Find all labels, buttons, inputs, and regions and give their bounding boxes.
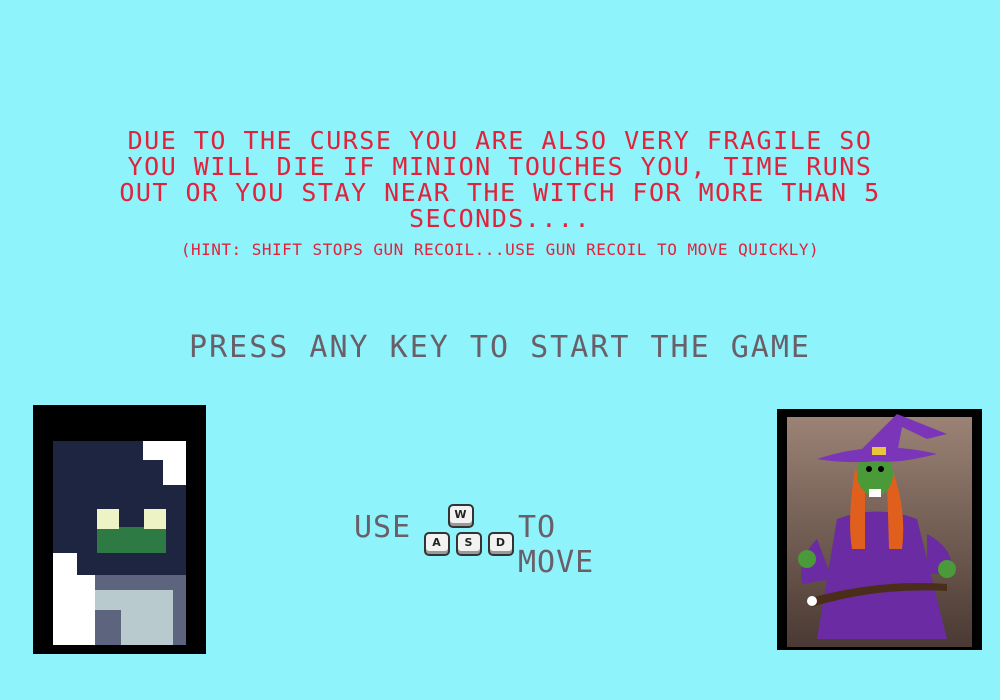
player-portrait-frame: [33, 405, 206, 654]
hint-text: (HINT: SHIFT STOPS GUN RECOIL...USE GUN …: [180, 240, 820, 259]
use-label: USE: [354, 510, 412, 545]
controls-instruction: USE W A S D TO MOVE: [350, 500, 650, 580]
a-key-icon: A: [424, 532, 450, 556]
d-key-icon: D: [488, 532, 514, 556]
hooded-player-sprite-icon: [53, 441, 186, 645]
story-text: DUE TO THE CURSE YOU ARE ALSO VERY FRAGI…: [119, 126, 881, 233]
start-prompt: PRESS ANY KEY TO START THE GAME: [189, 330, 811, 365]
witch-portrait-frame: [777, 409, 982, 650]
witch-portrait-icon: [787, 414, 972, 647]
w-key-icon: W: [448, 504, 474, 528]
move-label: TO MOVE: [518, 510, 595, 580]
s-key-icon: S: [456, 532, 482, 556]
